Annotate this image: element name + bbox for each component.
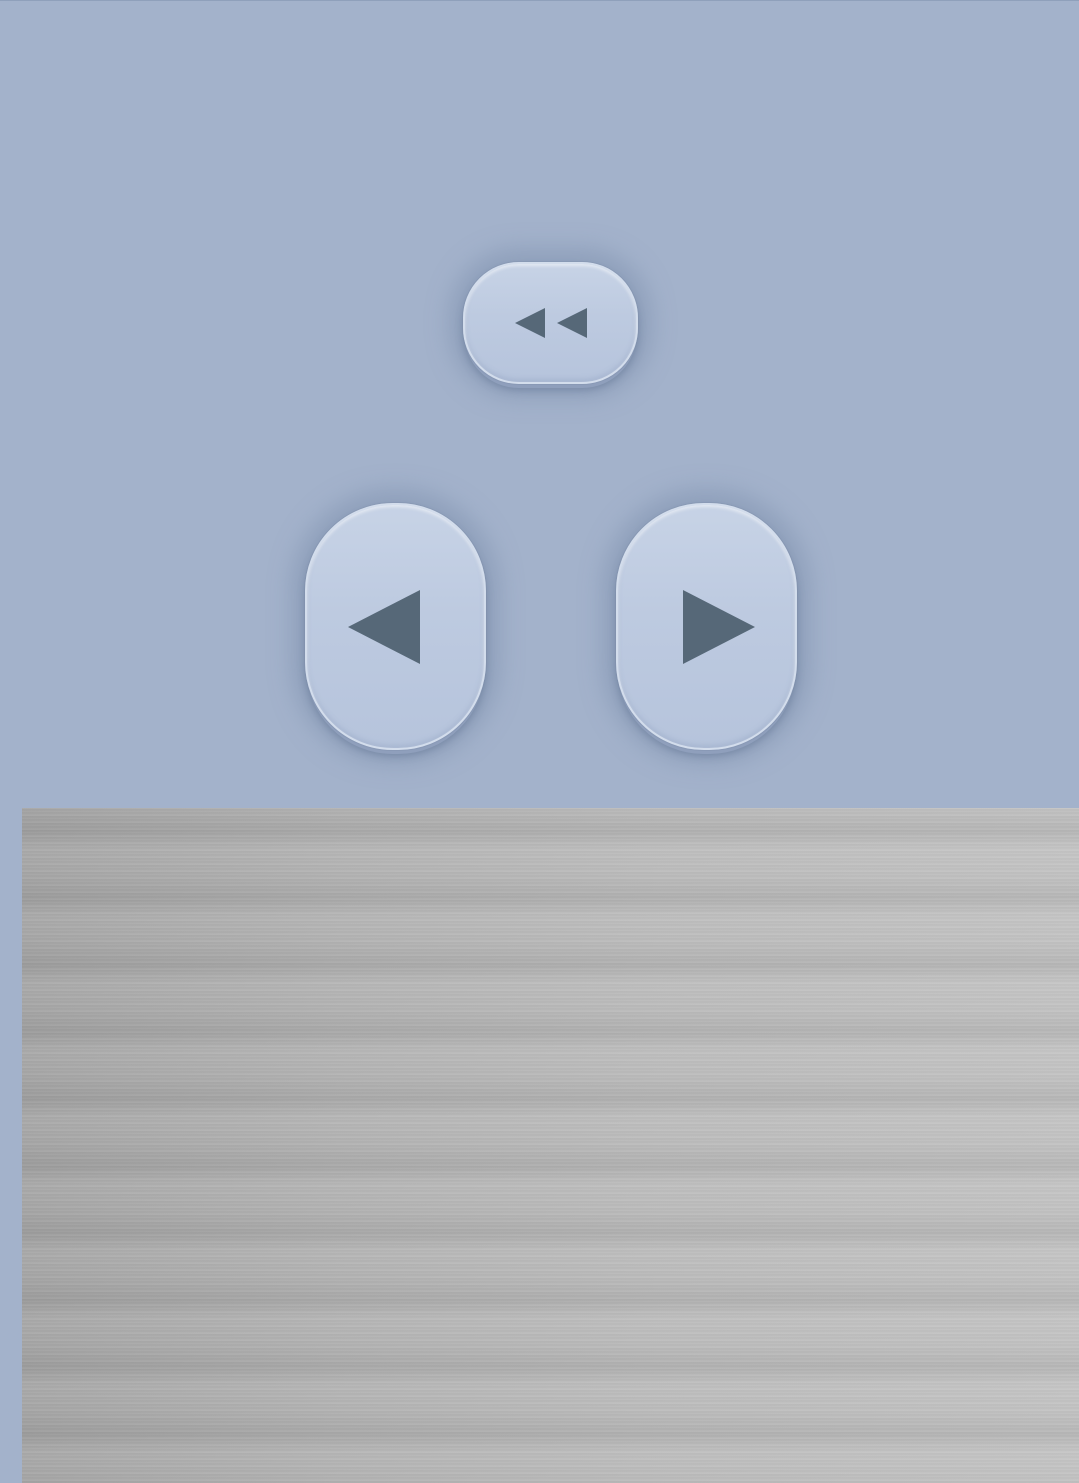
brushed-metal-panel	[22, 808, 1079, 1483]
next-button[interactable]	[616, 503, 797, 750]
previous-button[interactable]	[305, 503, 486, 750]
playback-controls	[0, 1, 1079, 809]
triangle-left-icon	[307, 505, 484, 748]
rewind-icon	[465, 264, 636, 382]
rewind-button[interactable]	[463, 262, 638, 384]
triangle-right-icon	[618, 505, 795, 748]
